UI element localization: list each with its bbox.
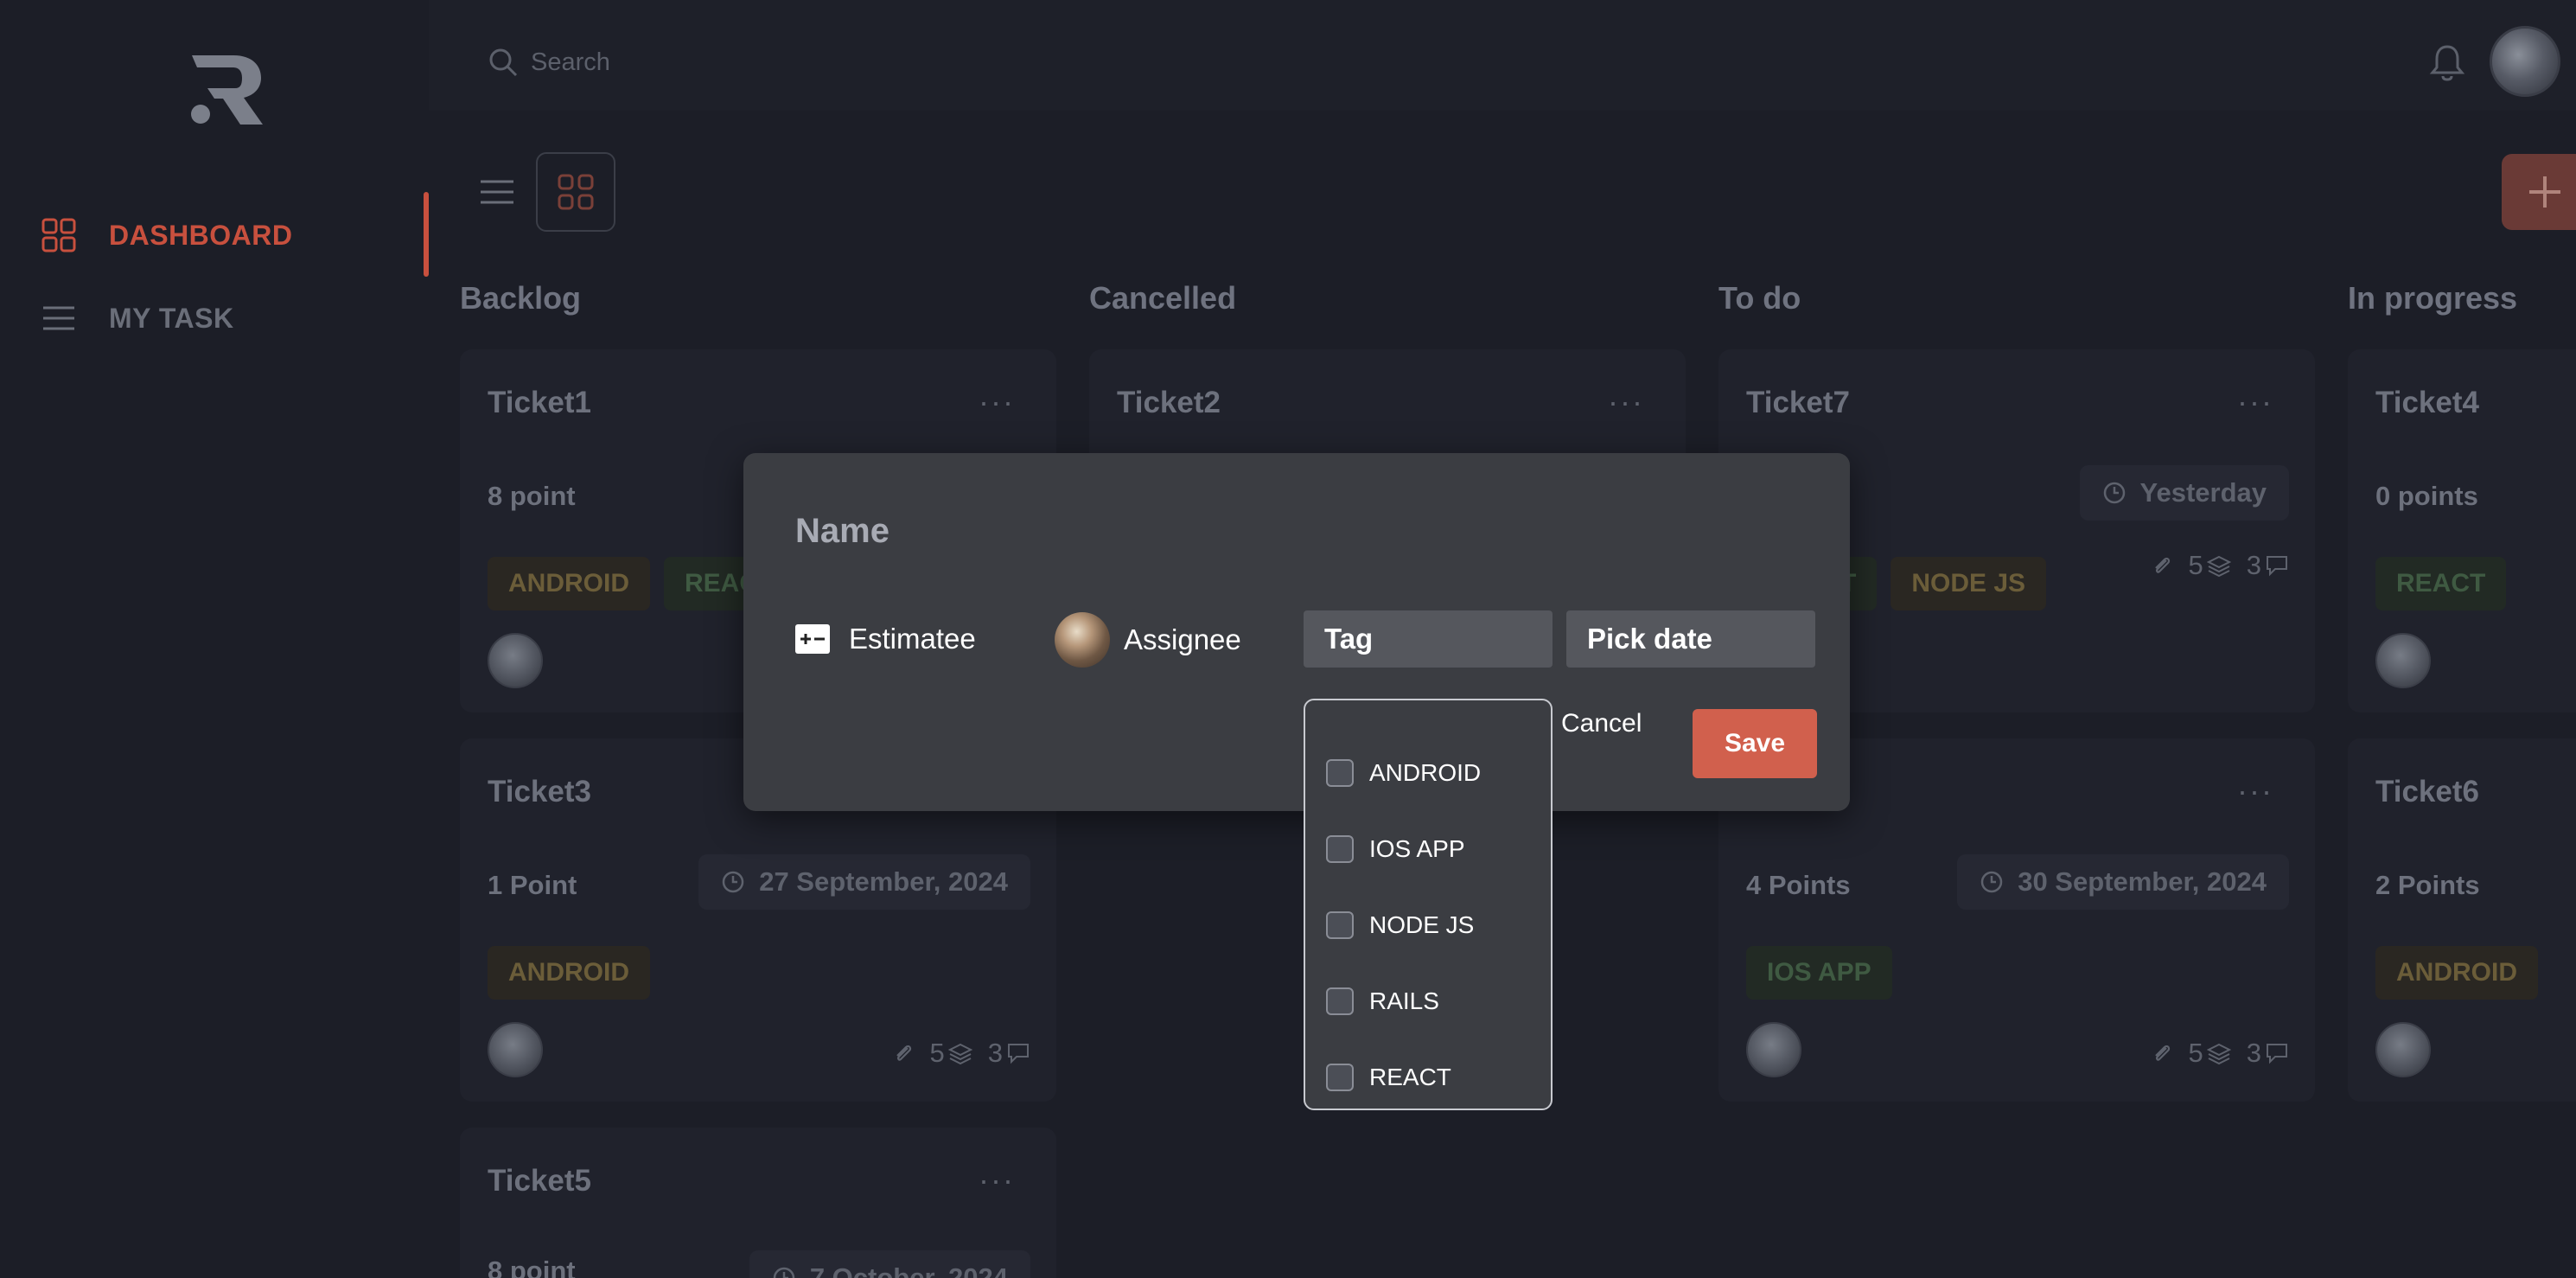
tag-option-react[interactable]: REACT [1305,1039,1551,1115]
tag-option-label: REACT [1369,1064,1451,1090]
plus-minus-icon [795,624,830,654]
checkbox[interactable] [1326,1064,1354,1091]
tag-option-android[interactable]: ANDROID [1305,735,1551,811]
tag-dropdown: ANDROID IOS APP NODE JS RAILS REACT [1304,699,1553,1110]
tag-option-node-js[interactable]: NODE JS [1305,887,1551,963]
checkbox[interactable] [1326,835,1354,863]
date-picker[interactable]: Pick date [1566,610,1815,668]
tag-option-label: NODE JS [1369,911,1475,938]
cancel-button[interactable]: Cancel [1561,709,1642,738]
ticket-name-input[interactable]: Name [795,512,889,551]
tag-select[interactable]: Tag [1304,610,1553,668]
checkbox[interactable] [1326,911,1354,939]
checkbox[interactable] [1326,987,1354,1015]
assignee-label: Assignee [1124,623,1241,655]
create-ticket-modal: Name Estimatee Assignee Tag Pick date Ca… [743,453,1850,811]
tag-option-label: ANDROID [1369,759,1482,786]
estimate-label: Estimatee [849,623,976,655]
tag-option-rails[interactable]: RAILS [1305,963,1551,1039]
assignee-button[interactable]: Assignee [1055,612,1241,668]
tag-option-label: IOS APP [1369,835,1465,862]
checkbox[interactable] [1326,759,1354,787]
tag-option-ios-app[interactable]: IOS APP [1305,811,1551,887]
tag-option-label: RAILS [1369,987,1439,1014]
assignee-avatar [1055,612,1110,668]
estimate-button[interactable]: Estimatee [795,623,976,655]
save-button[interactable]: Save [1693,709,1817,778]
